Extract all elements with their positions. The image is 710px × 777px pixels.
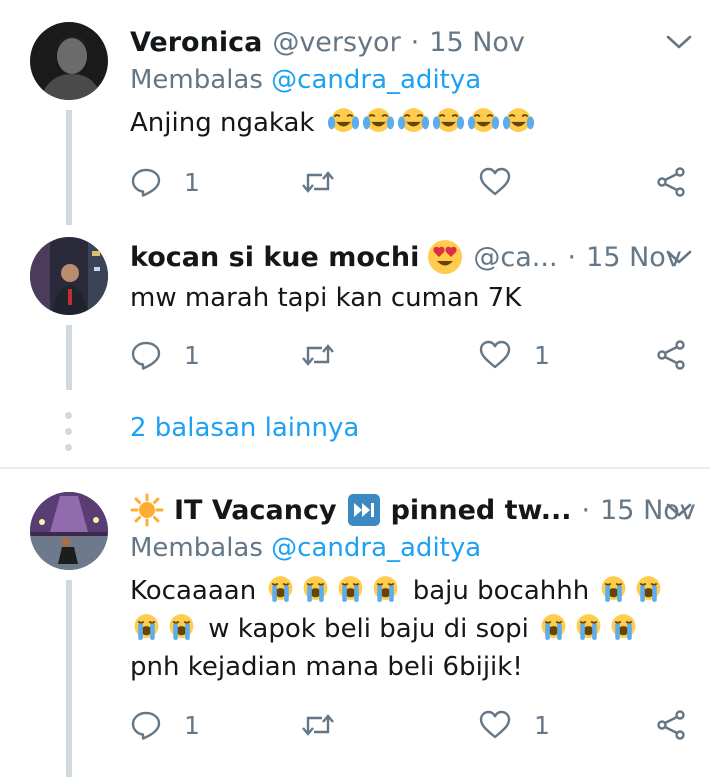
sob-emoji-icon	[369, 574, 402, 604]
sob-emoji-icon	[537, 612, 570, 642]
joy-emoji-icon	[432, 106, 465, 136]
share-button[interactable]	[655, 707, 687, 743]
user-handle[interactable]: @ca...	[473, 242, 557, 273]
more-replies-link[interactable]: 2 balasan lainnya	[130, 413, 359, 443]
joy-emoji-icon	[327, 106, 360, 136]
thread-line	[66, 580, 72, 777]
pinned-tweet-label: pinned tw...	[390, 494, 572, 526]
tweet-text-body: Anjing ngakak	[130, 108, 315, 138]
display-name[interactable]: IT Vacancy	[174, 495, 337, 526]
tweet-text-line-2: w kapok beli baju di sopi	[130, 610, 667, 648]
sob-emoji-icon	[130, 612, 163, 642]
tweet-2[interactable]: kocan si kue mochi @ca... · 15 Nov mw ma…	[0, 225, 710, 470]
chevron-down-icon[interactable]	[665, 247, 693, 267]
thread-ellipsis-icon	[65, 412, 73, 460]
chevron-down-icon[interactable]	[665, 32, 693, 52]
sob-emoji-icon	[165, 612, 198, 642]
user-handle[interactable]: @versyor	[272, 27, 400, 58]
replying-to-label: Membalas	[130, 533, 263, 563]
reply-count: 1	[184, 167, 200, 197]
sun-emoji-icon	[130, 493, 164, 527]
sob-emoji-icon	[264, 574, 297, 604]
separator-dot: ·	[581, 494, 591, 526]
share-icon	[655, 339, 687, 371]
retweet-icon	[300, 166, 336, 198]
share-button[interactable]	[655, 164, 687, 200]
retweet-button[interactable]	[300, 164, 336, 200]
display-name[interactable]: kocan si kue mochi	[130, 242, 419, 273]
sob-emoji-icon	[572, 612, 605, 642]
tweet-text-line-1: Kocaaaan baju bocahhh	[130, 572, 667, 610]
reply-count: 1	[184, 710, 200, 740]
tweet-text: mw marah tapi kan cuman 7K	[130, 283, 522, 313]
share-icon	[655, 166, 687, 198]
next-track-emoji-icon	[347, 493, 381, 527]
like-button[interactable]: 1	[478, 337, 550, 373]
like-button[interactable]: 1	[478, 707, 550, 743]
retweet-button[interactable]	[300, 707, 336, 743]
reply-icon	[130, 709, 162, 741]
avatar[interactable]	[30, 237, 108, 315]
tweet-date[interactable]: 15 Nov	[429, 27, 525, 58]
reply-button[interactable]: 1	[130, 707, 200, 743]
sob-emoji-icon	[632, 574, 665, 604]
joy-emoji-icon	[502, 106, 535, 136]
joy-emoji-icon	[397, 106, 430, 136]
share-icon	[655, 709, 687, 741]
avatar[interactable]	[30, 492, 108, 570]
tweet-text-fragment: w kapok beli baju di sopi	[208, 614, 529, 644]
separator-dot: ·	[567, 241, 577, 273]
sob-emoji-icon	[299, 574, 332, 604]
retweet-icon	[300, 709, 336, 741]
display-name[interactable]: Veronica	[130, 27, 262, 58]
chevron-down-icon[interactable]	[665, 500, 693, 520]
retweet-button[interactable]	[300, 337, 336, 373]
tweet-actions: 1 1	[130, 337, 690, 373]
reply-mention-link[interactable]: @candra_aditya	[271, 65, 481, 95]
sob-emoji-icon	[597, 574, 630, 604]
reply-button[interactable]: 1	[130, 337, 200, 373]
like-count: 1	[534, 710, 550, 740]
divider	[0, 467, 710, 469]
sob-emoji-icon	[607, 612, 640, 642]
reply-button[interactable]: 1	[130, 164, 200, 200]
tweet-text-fragment: Kocaaaan	[130, 576, 257, 606]
like-count: 1	[534, 340, 550, 370]
retweet-icon	[300, 339, 336, 371]
thread-line	[66, 325, 72, 390]
tweet-text-line-3: pnh kejadian mana beli 6bijik!	[130, 652, 523, 682]
reply-count: 1	[184, 340, 200, 370]
reply-icon	[130, 166, 162, 198]
tweet-1[interactable]: Veronica @versyor · 15 Nov Membalas @can…	[0, 0, 710, 225]
heart-icon	[478, 166, 512, 198]
tweet-actions: 1	[130, 164, 690, 200]
separator-dot: ·	[410, 26, 420, 58]
tweet-text: Kocaaaan baju bocahhh w kapok beli baju …	[130, 572, 667, 686]
tweet-3[interactable]: IT Vacancy pinned tw... · 15 Nov Membala…	[0, 470, 710, 777]
replying-to-label: Membalas	[130, 65, 263, 95]
heart-icon	[478, 709, 512, 741]
share-button[interactable]	[655, 337, 687, 373]
reply-icon	[130, 339, 162, 371]
avatar[interactable]	[30, 22, 108, 100]
sob-emoji-icon	[334, 574, 367, 604]
like-button[interactable]	[478, 164, 512, 200]
tweet-text: Anjing ngakak	[130, 104, 537, 142]
replying-to: Membalas @candra_aditya	[130, 533, 481, 563]
joy-emoji-icon	[362, 106, 395, 136]
heart-icon	[478, 339, 512, 371]
reply-mention-link[interactable]: @candra_aditya	[271, 533, 481, 563]
joy-emoji-icon	[467, 106, 500, 136]
tweet-text-fragment: baju bocahhh	[412, 576, 590, 606]
replying-to: Membalas @candra_aditya	[130, 65, 481, 95]
thread-line	[66, 110, 72, 225]
heart-eyes-emoji-icon	[427, 239, 463, 275]
tweet-actions: 1 1	[130, 707, 690, 743]
